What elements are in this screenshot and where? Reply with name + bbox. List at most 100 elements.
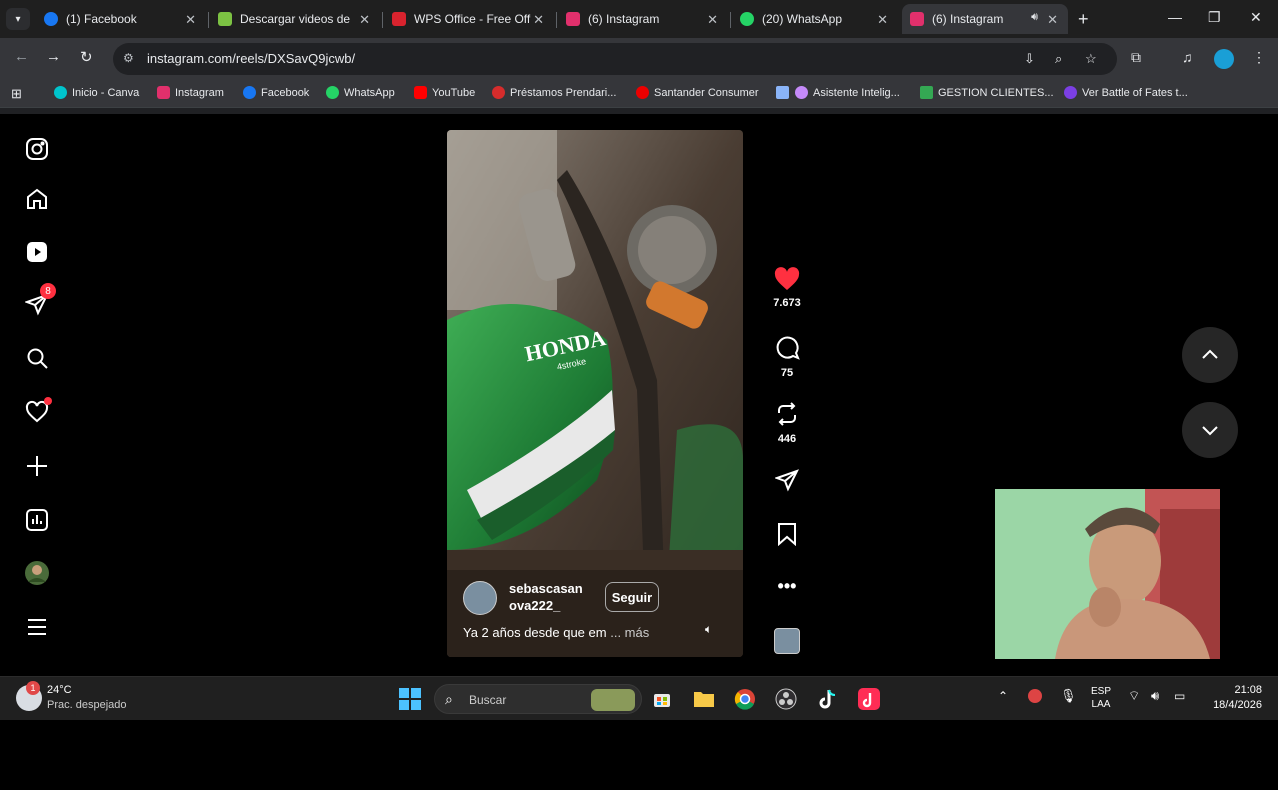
bookmark-icon[interactable] <box>776 522 798 546</box>
close-tab-icon[interactable]: ✕ <box>707 12 718 28</box>
obs-icon[interactable] <box>773 686 799 712</box>
notifications-heart-icon[interactable] <box>24 397 52 425</box>
battle-icon <box>1064 86 1077 99</box>
profile-avatar[interactable] <box>1214 49 1234 69</box>
close-window-button[interactable]: ✕ <box>1250 9 1262 26</box>
bookmarks-bar: ⊞ Inicio - Canva Instagram Facebook What… <box>0 80 1278 108</box>
like-heart-icon[interactable] <box>774 267 800 291</box>
bookmark-unnamed[interactable] <box>776 86 794 99</box>
close-tab-icon[interactable]: ✕ <box>1047 12 1058 28</box>
bookmark-youtube[interactable]: YouTube <box>414 86 475 99</box>
volume-icon[interactable]: 🔊︎ <box>1151 688 1159 704</box>
wifi-icon[interactable]: ⌔ <box>1128 688 1140 704</box>
battery-icon[interactable]: ▭ <box>1174 689 1185 703</box>
zoom-icon[interactable]: ⌕ <box>1055 51 1062 67</box>
restore-button[interactable]: ❐ <box>1208 9 1221 26</box>
author-avatar[interactable] <box>463 581 497 615</box>
comment-action[interactable]: 75 <box>768 335 806 379</box>
back-icon[interactable]: ← <box>14 48 29 65</box>
new-tab-button[interactable]: + <box>1078 9 1089 30</box>
media-control-icon[interactable]: ♫ <box>1182 49 1193 65</box>
reel-video[interactable]: HONDA 4stroke sebascasan ova222_ Seguir … <box>447 130 743 657</box>
save-action[interactable] <box>768 522 806 552</box>
repost-icon[interactable] <box>774 401 800 427</box>
next-reel-button[interactable] <box>1182 402 1238 458</box>
tiktok-app-icon[interactable] <box>856 686 882 712</box>
bookmark-santander[interactable]: Santander Consumer <box>636 86 759 99</box>
speaker-icon[interactable]: 🔊︎ <box>1031 11 1038 24</box>
extensions-icon[interactable]: ⧉ <box>1131 49 1141 66</box>
search-icon[interactable] <box>24 345 50 371</box>
close-tab-icon[interactable]: ✕ <box>185 12 196 28</box>
reels-icon[interactable] <box>24 239 50 265</box>
direct-messages-icon[interactable]: 8 <box>24 283 56 317</box>
site-settings-icon[interactable]: ⚙︎ <box>123 51 134 65</box>
share-icon[interactable] <box>775 468 799 492</box>
follow-button[interactable]: Seguir <box>605 582 659 612</box>
facebook-icon <box>44 12 58 26</box>
share-action[interactable] <box>768 468 806 498</box>
tray-app-icon[interactable] <box>1028 689 1042 703</box>
bookmark-canva[interactable]: Inicio - Canva <box>54 86 139 99</box>
repost-action[interactable]: 446 <box>768 401 806 445</box>
home-icon[interactable] <box>24 186 50 212</box>
windows-start-icon[interactable] <box>397 686 423 712</box>
instagram-logo-icon[interactable] <box>24 136 50 162</box>
file-explorer-icon[interactable] <box>691 686 717 712</box>
close-tab-icon[interactable]: ✕ <box>359 12 370 28</box>
bookmark-battle[interactable]: Ver Battle of Fates t... <box>1064 86 1188 99</box>
microphone-icon[interactable]: 🎙︎ <box>1060 688 1077 704</box>
tab-facebook[interactable]: (1) Facebook ✕ <box>36 4 206 34</box>
menu-kebab-icon[interactable]: ⋮ <box>1252 49 1266 66</box>
create-plus-icon[interactable] <box>24 453 50 479</box>
address-bar[interactable]: ⚙︎ instagram.com/reels/DXSavQ9jcwb/ ⇩ ⌕ … <box>113 43 1117 75</box>
tab-search-button[interactable]: ▾ <box>6 8 30 30</box>
previous-reel-button[interactable] <box>1182 327 1238 383</box>
forward-icon[interactable]: → <box>46 48 61 65</box>
comment-icon[interactable] <box>774 335 800 361</box>
tab-instagram-active[interactable]: (6) Instagram 🔊︎ ✕ <box>902 4 1068 34</box>
close-tab-icon[interactable]: ✕ <box>877 12 888 28</box>
bookmark-instagram[interactable]: Instagram <box>157 86 224 99</box>
microsoft-store-icon[interactable] <box>649 686 675 712</box>
canva-icon <box>54 86 67 99</box>
tiktok-icon[interactable] <box>815 686 841 712</box>
tab-instagram-1[interactable]: (6) Instagram ✕ <box>558 4 728 34</box>
reload-icon[interactable]: ↻ <box>80 48 93 66</box>
reel-caption[interactable]: Ya 2 años desde que em ... más <box>463 625 649 640</box>
profile-avatar[interactable] <box>24 560 50 586</box>
tab-whatsapp[interactable]: (20) WhatsApp ✕ <box>732 4 898 34</box>
url-text[interactable]: instagram.com/reels/DXSavQ9jcwb/ <box>147 51 355 66</box>
mute-icon[interactable]: 🔈︎ <box>705 622 712 637</box>
minimize-button[interactable]: — <box>1168 9 1182 25</box>
apps-grid-icon[interactable]: ⊞ <box>11 86 22 102</box>
bookmark-whatsapp[interactable]: WhatsApp <box>326 86 395 99</box>
close-tab-icon[interactable]: ✕ <box>533 12 544 28</box>
author-username[interactable]: sebascasan ova222_ <box>509 580 583 614</box>
sheets-icon <box>920 86 933 99</box>
whatsapp-icon <box>326 86 339 99</box>
bookmark-prestamos[interactable]: Préstamos Prendari... <box>492 86 616 99</box>
like-action[interactable]: 7.673 <box>768 267 806 309</box>
chrome-icon[interactable] <box>732 686 758 712</box>
motorcycle-image: HONDA 4stroke <box>447 130 743 657</box>
more-menu-icon[interactable] <box>24 614 50 640</box>
tab-descargar[interactable]: Descargar videos de ✕ <box>210 4 380 34</box>
weather-desc: Prac. despejado <box>47 699 127 711</box>
taskbar-search[interactable]: ⌕ Buscar <box>434 684 642 714</box>
tab-wps[interactable]: WPS Office - Free Off ✕ <box>384 4 554 34</box>
audio-thumbnail[interactable] <box>774 628 800 654</box>
tab-strip: ▾ (1) Facebook ✕ Descargar videos de ✕ W… <box>0 0 1278 38</box>
bookmark-gestion[interactable]: GESTION CLIENTES... <box>920 86 1054 99</box>
more-link[interactable]: ... más <box>610 625 649 640</box>
bookmark-star-icon[interactable]: ☆ <box>1085 51 1097 67</box>
tray-overflow-icon[interactable]: ⌃ <box>998 689 1008 703</box>
santander-icon <box>636 86 649 99</box>
bookmark-facebook[interactable]: Facebook <box>243 86 309 99</box>
more-options-icon[interactable]: ••• <box>768 576 806 597</box>
bookmark-asistente[interactable]: Asistente Intelig... <box>795 86 900 99</box>
language-indicator[interactable]: ESP LAA <box>1090 685 1112 711</box>
install-app-icon[interactable]: ⇩ <box>1024 51 1035 67</box>
clock[interactable]: 21:08 18/4/2026 <box>1204 683 1262 713</box>
dashboard-icon[interactable] <box>24 507 50 533</box>
